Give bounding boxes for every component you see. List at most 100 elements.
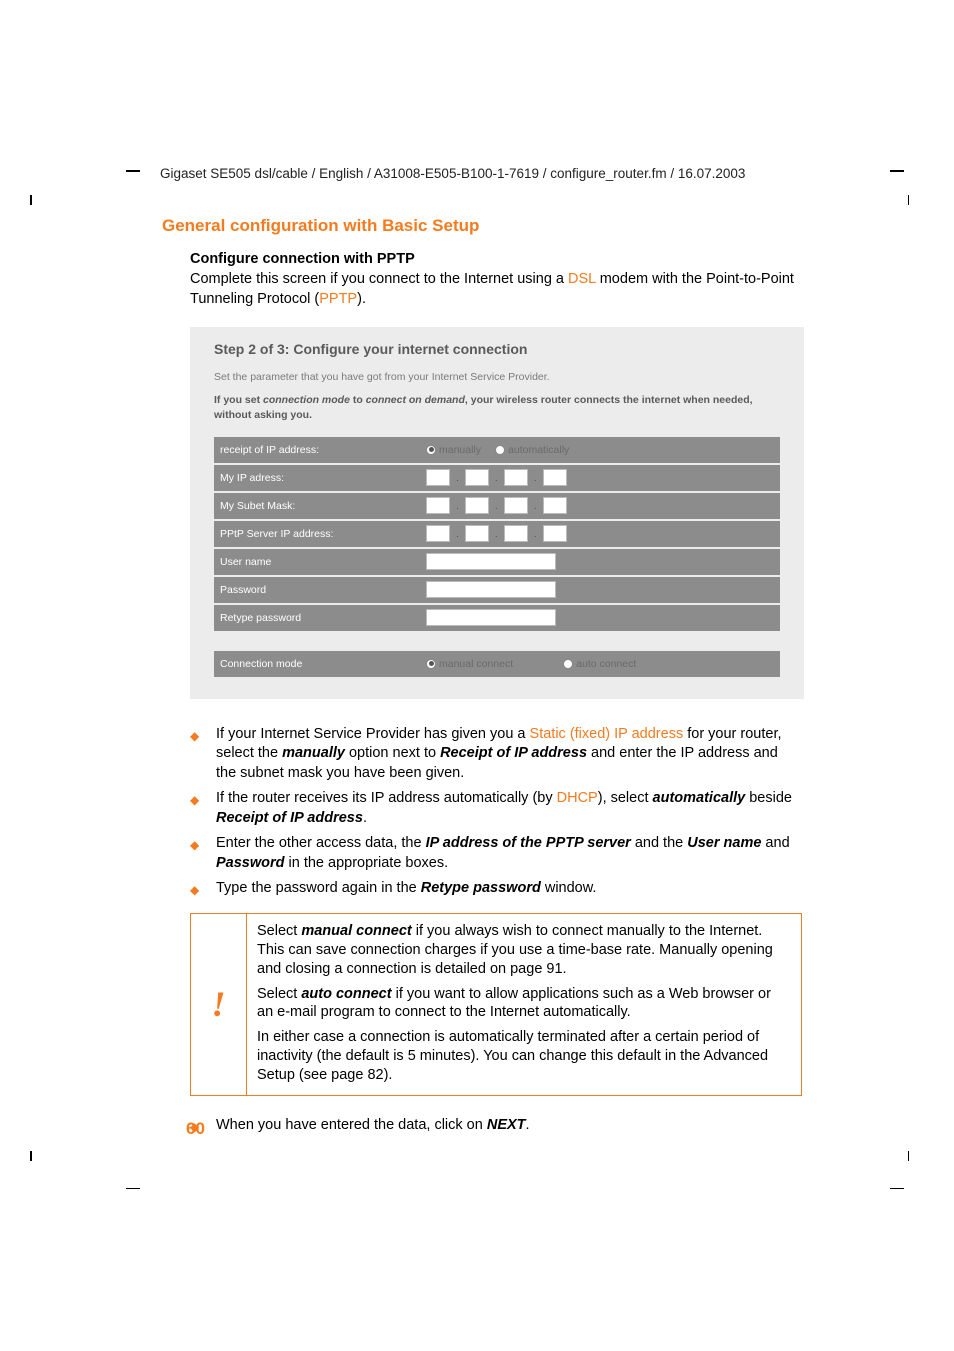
- text: to: [350, 394, 366, 406]
- exclamation-icon: !: [191, 914, 247, 1095]
- ui-term: Password: [216, 855, 285, 871]
- list-item: If the router receives its IP address au…: [190, 789, 800, 828]
- row-password: Password: [214, 577, 780, 603]
- final-instruction: When you have entered the data, click on…: [190, 1116, 800, 1136]
- radio-manual-connect[interactable]: manual connect: [426, 658, 513, 670]
- row-username: User name: [214, 549, 780, 575]
- row-spacer: [214, 633, 780, 649]
- text: and the: [631, 835, 687, 851]
- screenshot-warning: If you set connection mode to connect on…: [214, 393, 780, 422]
- radio-label: manually: [439, 444, 481, 456]
- bullet-icon: [190, 725, 204, 784]
- label-subnet: My Subet Mask:: [218, 500, 426, 512]
- text: ), select: [598, 790, 653, 806]
- subsection-heading: Configure connection with PPTP: [190, 251, 800, 267]
- radio-manually[interactable]: manually: [426, 444, 481, 456]
- text: Complete this screen if you connect to t…: [190, 271, 568, 287]
- ui-term-next: NEXT: [487, 1117, 526, 1133]
- text: window.: [541, 880, 597, 896]
- bullet-icon: [190, 834, 204, 873]
- radio-label: auto connect: [576, 658, 636, 670]
- row-subnet: My Subet Mask: . . .: [214, 493, 780, 519]
- page-number: 60: [186, 1119, 205, 1139]
- list-item: Enter the other access data, the IP addr…: [190, 834, 800, 873]
- radio-auto-connect[interactable]: auto connect: [563, 658, 636, 670]
- ip-octet-input[interactable]: [465, 525, 489, 542]
- row-my-ip: My IP adress: . . .: [214, 465, 780, 491]
- label-retype-password: Retype password: [218, 612, 426, 624]
- text: If the router receives its IP address au…: [216, 790, 557, 806]
- text: Select: [257, 986, 301, 1002]
- list-item: Type the password again in the Retype pa…: [190, 879, 800, 899]
- ip-octet-input[interactable]: [504, 497, 528, 514]
- radio-label: automatically: [508, 444, 569, 456]
- row-receipt-ip: receipt of IP address: manually automati…: [214, 437, 780, 463]
- ui-term: Retype password: [421, 880, 541, 896]
- radio-label: manual connect: [439, 658, 513, 670]
- term-pptp: PPTP: [319, 291, 357, 307]
- label-connection-mode: Connection mode: [218, 658, 426, 670]
- label-receipt-ip: receipt of IP address:: [218, 444, 426, 456]
- ip-octet-input[interactable]: [543, 469, 567, 486]
- text: in the appropriate boxes.: [285, 855, 449, 871]
- config-screenshot: Step 2 of 3: Configure your internet con…: [190, 327, 804, 698]
- bullet-icon: [190, 789, 204, 828]
- text: option next to: [345, 745, 440, 761]
- list-item: If your Internet Service Provider has gi…: [190, 725, 800, 784]
- ui-term: manual connect: [301, 923, 411, 939]
- row-retype-password: Retype password: [214, 605, 780, 631]
- ip-octet-input[interactable]: [543, 497, 567, 514]
- screenshot-note: Set the parameter that you have got from…: [214, 371, 780, 383]
- screenshot-step-title: Step 2 of 3: Configure your internet con…: [214, 341, 780, 357]
- callout-box: ! Select manual connect if you always wi…: [190, 913, 802, 1096]
- form-table: receipt of IP address: manually automati…: [214, 437, 780, 677]
- ip-octet-input[interactable]: [465, 497, 489, 514]
- page-header-path: Gigaset SE505 dsl/cable / English / A310…: [160, 166, 745, 181]
- term-static-ip: Static (fixed) IP address: [530, 726, 684, 742]
- term-dhcp: DHCP: [557, 790, 598, 806]
- radio-automatically[interactable]: automatically: [495, 444, 569, 456]
- text: and: [761, 835, 789, 851]
- ui-term: manually: [282, 745, 345, 761]
- text: connection mode: [263, 394, 350, 406]
- term-dsl: DSL: [568, 271, 596, 287]
- row-connection-mode: Connection mode manual connect auto conn…: [214, 651, 780, 677]
- password-input[interactable]: [426, 581, 556, 598]
- instruction-list: If your Internet Service Provider has gi…: [190, 725, 800, 900]
- section-title: General configuration with Basic Setup: [162, 216, 479, 236]
- ip-octet-input[interactable]: [426, 497, 450, 514]
- ui-term: automatically: [653, 790, 746, 806]
- retype-password-input[interactable]: [426, 609, 556, 626]
- ui-term: auto connect: [301, 986, 391, 1002]
- text: Select: [257, 923, 301, 939]
- callout-paragraph: In either case a connection is automatic…: [257, 1028, 791, 1085]
- text: If you set: [214, 394, 263, 406]
- ui-term: Receipt of IP address: [440, 745, 587, 761]
- list-item: When you have entered the data, click on…: [190, 1116, 800, 1136]
- ui-term: Receipt of IP address: [216, 810, 363, 826]
- text: beside: [745, 790, 792, 806]
- text: ).: [357, 291, 366, 307]
- ip-octet-input[interactable]: [504, 469, 528, 486]
- intro-paragraph: Complete this screen if you connect to t…: [190, 270, 800, 309]
- text: If your Internet Service Provider has gi…: [216, 726, 530, 742]
- ip-octet-input[interactable]: [504, 525, 528, 542]
- bullet-icon: [190, 879, 204, 899]
- ip-octet-input[interactable]: [465, 469, 489, 486]
- text: Enter the other access data, the: [216, 835, 426, 851]
- text: .: [526, 1117, 530, 1133]
- callout-paragraph: Select auto connect if you want to allow…: [257, 985, 791, 1023]
- ip-octet-input[interactable]: [426, 469, 450, 486]
- ip-octet-input[interactable]: [543, 525, 567, 542]
- callout-paragraph: Select manual connect if you always wish…: [257, 922, 791, 979]
- username-input[interactable]: [426, 553, 556, 570]
- label-username: User name: [218, 556, 426, 568]
- label-pptp-server: PPtP Server IP address:: [218, 528, 426, 540]
- text: Type the password again in the: [216, 880, 421, 896]
- ui-term: User name: [687, 835, 761, 851]
- text: .: [363, 810, 367, 826]
- row-pptp-server: PPtP Server IP address: . . .: [214, 521, 780, 547]
- label-password: Password: [218, 584, 426, 596]
- ip-octet-input[interactable]: [426, 525, 450, 542]
- text: When you have entered the data, click on: [216, 1117, 487, 1133]
